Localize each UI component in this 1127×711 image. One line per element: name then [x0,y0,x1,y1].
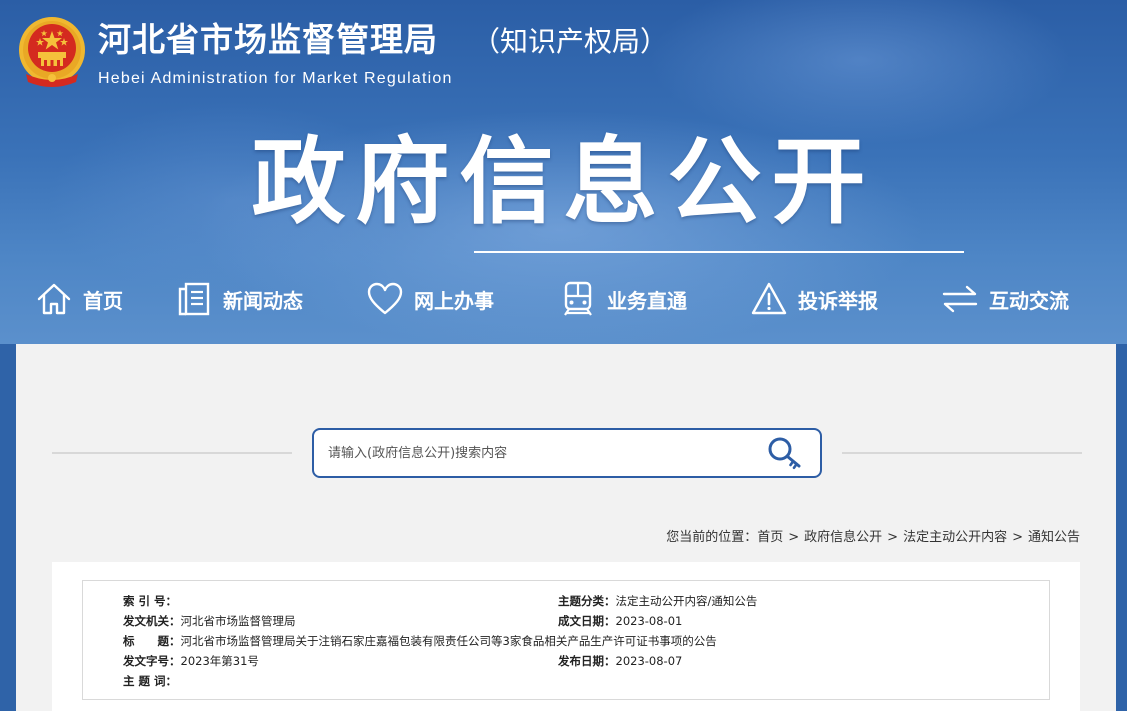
breadcrumb-separator: > [1012,530,1023,545]
meta-value: 2023年第31号 [180,654,259,668]
nav-item-label: 业务直通 [607,288,687,313]
breadcrumb-separator: > [887,530,899,545]
breadcrumb-prefix: 您当前的位置： [666,530,758,545]
meta-issuer: 发文机关：河北省市场监督管理局 [123,611,296,631]
meta-subject-category: 主题分类：法定主动公开内容/通知公告 [558,591,757,611]
meta-value: 2023-08-07 [615,654,683,668]
search-bar [312,428,822,478]
search-divider-right [842,452,1082,454]
content-area: 您当前的位置：首页 > 政府信息公开 > 法定主动公开内容 > 通知公告 索 引 号： 主题… [16,344,1116,711]
meta-value: 河北省市场监督管理局 [180,614,296,628]
meta-title: 标 题：河北省市场监督管理局关于注销石家庄嘉福包装有限责任公司等3家食品相关产品… [123,631,717,651]
breadcrumb: 您当前的位置：首页 > 政府信息公开 > 法定主动公开内容 > 通知公告 [666,526,1080,545]
nav-item-online-service[interactable]: 网上办事 [366,276,494,322]
hero-divider [474,251,964,253]
search-divider-left [52,452,292,454]
breadcrumb-notices[interactable]: 通知公告 [1028,530,1080,545]
nav-item-news[interactable]: 新闻动态 [175,276,303,322]
meta-label: 主 题 词： [123,674,178,688]
meta-label: 发文字号： [123,654,181,668]
meta-keywords: 主 题 词： [123,671,177,691]
warning-icon [751,282,787,315]
hero-title: 政府信息公开 [251,128,876,237]
document-icon [178,282,210,316]
nav-item-business[interactable]: 业务直通 [559,276,687,322]
nav-item-label: 网上办事 [414,288,494,313]
meta-created-date: 成文日期：2023-08-01 [558,611,682,631]
nav-item-home[interactable]: 首页 [35,276,123,322]
meta-value: 2023-08-01 [615,614,683,628]
breadcrumb-statutory-content[interactable]: 法定主动公开内容 [903,530,1007,545]
nav-item-label: 投诉举报 [798,288,878,313]
meta-doc-no: 发文字号：2023年第31号 [123,651,259,671]
meta-label: 发布日期： [558,654,616,668]
nav-item-complaint[interactable]: 投诉举报 [750,276,878,322]
header-banner: 河北省市场监督管理局 （知识产权局） Hebei Administration … [0,0,1127,344]
search-input[interactable] [328,430,748,476]
meta-label: 标 题： [123,634,181,648]
document-metadata: 索 引 号： 主题分类：法定主动公开内容/通知公告 发文机关：河北省市场监督管理… [82,580,1050,700]
main-nav: 首页 新闻动态 网上办事 业务直通 投诉举报 互动交流 [0,276,1127,322]
breadcrumb-separator: > [788,530,800,545]
search-key-icon[interactable] [766,435,804,471]
nav-item-label: 互动交流 [989,288,1069,313]
nav-item-label: 新闻动态 [223,288,303,313]
meta-publish-date: 发布日期：2023-08-07 [558,651,682,671]
nav-item-label: 首页 [83,288,123,313]
national-emblem-icon [19,17,85,87]
heart-icon [367,282,403,315]
site-title-suffix: （知识产权局） [472,25,669,58]
meta-label: 发文机关： [123,614,181,628]
swap-arrows-icon [942,285,978,313]
meta-value: 法定主动公开内容/通知公告 [615,594,758,608]
site-title: 河北省市场监督管理局 [98,20,438,59]
meta-label: 成文日期： [558,614,616,628]
train-icon [564,281,592,316]
document-panel: 索 引 号： 主题分类：法定主动公开内容/通知公告 发文机关：河北省市场监督管理… [52,562,1080,711]
home-icon [37,283,71,315]
meta-index-no: 索 引 号： [123,591,177,611]
nav-item-interaction[interactable]: 互动交流 [941,276,1069,322]
site-subtitle: Hebei Administration for Market Regulati… [98,70,453,87]
meta-label: 索 引 号： [123,594,178,608]
meta-label: 主题分类： [558,594,616,608]
breadcrumb-gov-info[interactable]: 政府信息公开 [804,530,882,545]
breadcrumb-home[interactable]: 首页 [757,530,783,545]
meta-value: 河北省市场监督管理局关于注销石家庄嘉福包装有限责任公司等3家食品相关产品生产许可… [180,634,717,648]
